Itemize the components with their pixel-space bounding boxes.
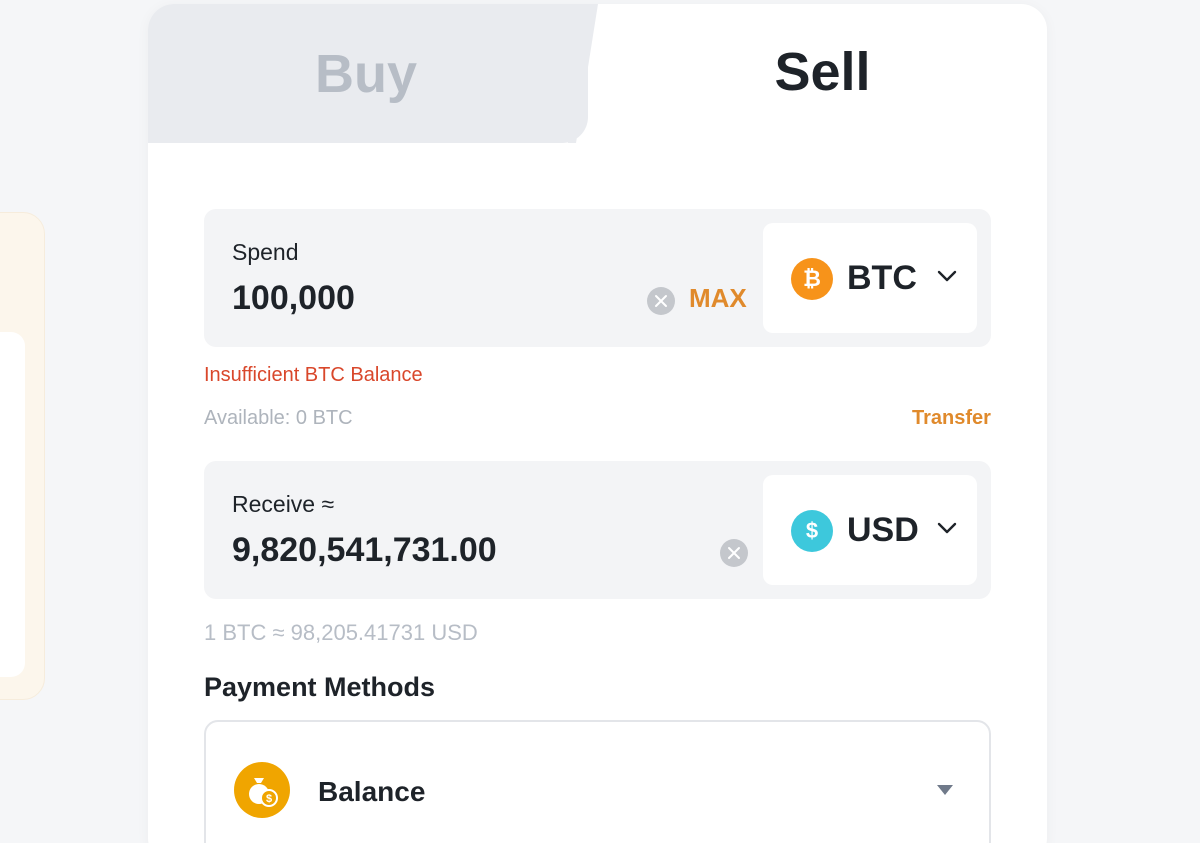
receive-coin-select[interactable]: $ USD — [763, 475, 977, 585]
money-bag-glyph: $ — [249, 778, 278, 807]
spend-field[interactable]: Spend 100,000 MAX ₿ BTC — [204, 209, 991, 347]
receive-amount-input[interactable]: 9,820,541,731.00 — [232, 531, 497, 570]
spend-amount-input[interactable]: 100,000 — [232, 279, 355, 318]
spend-coin-select[interactable]: ₿ BTC — [763, 223, 977, 333]
balance-error-message: Insufficient BTC Balance — [204, 364, 423, 386]
tab-sell-label: Sell — [774, 41, 871, 102]
receive-field[interactable]: Receive ≈ 9,820,541,731.00 $ USD — [204, 461, 991, 599]
transfer-link[interactable]: Transfer — [912, 407, 991, 430]
bitcoin-icon: ₿ — [791, 258, 833, 300]
payment-method-select[interactable]: $ Balance — [204, 720, 991, 843]
background-card-inner — [0, 332, 25, 677]
spend-clear-button[interactable] — [647, 287, 675, 315]
caret-down-icon — [937, 785, 953, 795]
close-icon — [655, 295, 667, 307]
available-balance: Available: 0 BTC — [204, 407, 353, 429]
payment-methods-title: Payment Methods — [204, 672, 436, 702]
money-bag-icon: $ — [234, 762, 290, 818]
bitcoin-icon-glyph: ₿ — [803, 267, 821, 292]
max-button[interactable]: MAX — [689, 283, 747, 314]
receive-clear-button[interactable] — [720, 539, 748, 567]
receive-coin-symbol: USD — [847, 511, 919, 549]
svg-text:$: $ — [266, 793, 272, 805]
spend-coin-symbol: BTC — [847, 259, 917, 297]
chevron-down-icon — [937, 522, 957, 534]
close-icon — [728, 547, 740, 559]
exchange-rate: 1 BTC ≈ 98,205.41731 USD — [204, 620, 478, 645]
tab-sell[interactable]: Sell — [578, 4, 1047, 143]
chevron-down-icon — [937, 270, 957, 282]
tab-buy[interactable]: Buy — [148, 4, 588, 143]
spend-label: Spend — [232, 239, 299, 265]
payment-method-label: Balance — [318, 776, 426, 807]
trade-panel: Buy Sell Spend 100,000 MAX ₿ BTC Insuffi… — [148, 4, 1047, 843]
tab-buy-label: Buy — [314, 43, 417, 104]
dollar-icon: $ — [791, 510, 833, 552]
dollar-icon-glyph: $ — [805, 518, 819, 543]
receive-label: Receive ≈ — [232, 491, 335, 517]
